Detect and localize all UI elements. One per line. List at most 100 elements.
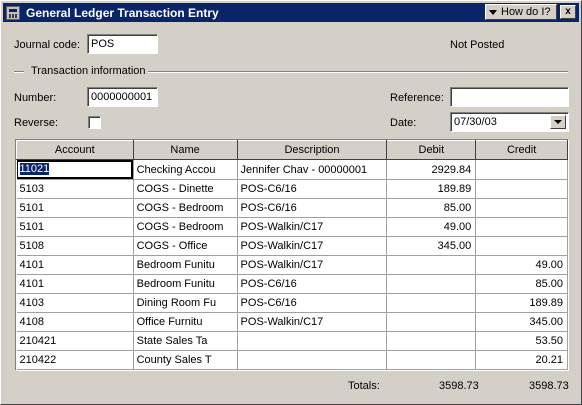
description-cell[interactable]: POS-Walkin/C17 [237, 217, 388, 237]
description-cell[interactable]: POS-C6/16 [237, 198, 388, 218]
name-cell[interactable]: County Sales T [133, 350, 238, 370]
column-header-credit[interactable]: Credit [475, 140, 568, 160]
credit-cell[interactable] [475, 217, 568, 237]
column-header-name[interactable]: Name [132, 140, 238, 160]
debit-cell[interactable]: 85.00 [386, 198, 477, 218]
column-header-account[interactable]: Account [16, 140, 134, 160]
credit-cell[interactable]: 189.89 [475, 293, 568, 313]
description-cell[interactable]: POS-C6/16 [237, 293, 388, 313]
debit-cell[interactable]: 49.00 [386, 217, 477, 237]
table-row[interactable]: 210422 County Sales T 20.21 [16, 350, 568, 370]
column-header-debit[interactable]: Debit [386, 140, 477, 160]
reference-label: Reference: [390, 92, 444, 104]
account-cell[interactable]: 5108 [16, 236, 134, 256]
account-cell[interactable]: 4101 [16, 274, 134, 294]
name-cell[interactable]: Office Furnitu [133, 312, 238, 332]
credit-cell[interactable]: 345.00 [475, 312, 568, 332]
account-cell[interactable]: 4108 [16, 312, 134, 332]
close-button[interactable]: x [560, 5, 576, 19]
account-cell[interactable]: 4101 [16, 255, 134, 275]
name-cell[interactable]: COGS - Bedroom [133, 217, 238, 237]
account-cell[interactable]: 5103 [16, 179, 134, 199]
transaction-info-group-label: Transaction information [31, 65, 146, 77]
calculator-icon [6, 5, 20, 20]
description-cell[interactable] [237, 350, 388, 370]
table-row[interactable]: 4101 Bedroom Funitu POS-Walkin/C17 49.00 [16, 255, 568, 275]
date-value: 07/30/03 [454, 116, 497, 128]
dropdown-arrow-icon [489, 9, 497, 15]
credit-cell[interactable]: 20.21 [475, 350, 568, 370]
table-row[interactable]: 5101 COGS - Bedroom POS-Walkin/C17 49.00 [16, 217, 568, 237]
description-cell[interactable]: POS-Walkin/C17 [237, 255, 388, 275]
number-label: Number: [14, 92, 57, 104]
description-cell[interactable]: POS-Walkin/C17 [237, 312, 388, 332]
transaction-grid[interactable]: Account Name Description Debit Credit 11… [15, 139, 569, 371]
description-cell[interactable]: POS-Walkin/C17 [237, 236, 388, 256]
name-cell[interactable]: Dining Room Fu [133, 293, 238, 313]
grid-header-row: Account Name Description Debit Credit [16, 140, 568, 160]
debit-cell[interactable]: 189.89 [386, 179, 477, 199]
debit-cell[interactable] [386, 274, 477, 294]
table-row[interactable]: 5103 COGS - Dinette POS-C6/16 189.89 [16, 179, 568, 199]
debit-cell[interactable] [386, 255, 477, 275]
name-cell[interactable]: State Sales Ta [133, 331, 238, 351]
account-cell[interactable]: 210421 [16, 331, 134, 351]
date-label: Date: [390, 117, 417, 129]
account-cell-active[interactable]: 11021 [16, 159, 134, 180]
description-cell[interactable]: POS-C6/16 [237, 274, 388, 294]
credit-cell[interactable] [475, 179, 568, 199]
account-cell[interactable]: 210422 [16, 350, 134, 370]
credit-cell[interactable]: 85.00 [475, 274, 568, 294]
debit-cell[interactable] [386, 331, 477, 351]
debit-cell[interactable] [386, 312, 477, 332]
table-row[interactable]: 210421 State Sales Ta 53.50 [16, 331, 568, 351]
table-row[interactable]: 4103 Dining Room Fu POS-C6/16 189.89 [16, 293, 568, 313]
total-debit: 3598.73 [439, 380, 479, 392]
group-divider-left [14, 71, 24, 73]
number-field[interactable]: 0000000001 [87, 87, 158, 107]
journal-code-field[interactable]: POS [87, 34, 158, 54]
reverse-label: Reverse: [14, 117, 59, 129]
name-cell[interactable]: Bedroom Funitu [133, 255, 238, 275]
posting-status: Not Posted [450, 39, 505, 51]
name-cell[interactable]: Bedroom Funitu [133, 274, 238, 294]
debit-cell[interactable] [386, 350, 477, 370]
transaction-table: Account Name Description Debit Credit 11… [16, 140, 568, 370]
how-do-i-label: How do I? [501, 6, 551, 18]
account-cell[interactable]: 5101 [16, 217, 134, 237]
column-header-description[interactable]: Description [236, 140, 388, 160]
table-row[interactable]: 11021 Checking Accou Jennifer Chav - 000… [16, 159, 568, 180]
credit-cell[interactable] [475, 198, 568, 218]
name-cell[interactable]: COGS - Dinette [133, 179, 238, 199]
debit-cell[interactable]: 345.00 [386, 236, 477, 256]
gl-transaction-window: General Ledger Transaction Entry How do … [0, 0, 582, 405]
account-cell-selected-text: 11021 [19, 163, 50, 175]
totals-label: Totals: [348, 380, 380, 392]
debit-cell[interactable] [386, 293, 477, 313]
reverse-checkbox[interactable] [88, 116, 101, 129]
debit-cell[interactable]: 2929.84 [386, 159, 477, 180]
table-row[interactable]: 4101 Bedroom Funitu POS-C6/16 85.00 [16, 274, 568, 294]
table-row[interactable]: 4108 Office Furnitu POS-Walkin/C17 345.0… [16, 312, 568, 332]
credit-cell[interactable] [475, 236, 568, 256]
account-cell[interactable]: 5101 [16, 198, 134, 218]
total-credit: 3598.73 [529, 380, 569, 392]
credit-cell[interactable]: 53.50 [475, 331, 568, 351]
chevron-down-icon[interactable] [550, 115, 566, 129]
name-cell[interactable]: COGS - Office [133, 236, 238, 256]
credit-cell[interactable]: 49.00 [475, 255, 568, 275]
description-cell[interactable]: POS-C6/16 [237, 179, 388, 199]
name-cell[interactable]: Checking Accou [133, 159, 238, 180]
account-cell[interactable]: 4103 [16, 293, 134, 313]
description-cell[interactable] [237, 331, 388, 351]
group-divider-right [148, 71, 568, 73]
date-combobox[interactable]: 07/30/03 [450, 112, 569, 132]
description-cell[interactable]: Jennifer Chav - 00000001 [237, 159, 388, 180]
how-do-i-button[interactable]: How do I? [485, 4, 557, 20]
credit-cell[interactable] [475, 159, 568, 180]
reference-field[interactable] [450, 87, 569, 107]
table-row[interactable]: 5108 COGS - Office POS-Walkin/C17 345.00 [16, 236, 568, 256]
title-bar[interactable]: General Ledger Transaction Entry How do … [3, 3, 579, 22]
table-row[interactable]: 5101 COGS - Bedroom POS-C6/16 85.00 [16, 198, 568, 218]
name-cell[interactable]: COGS - Bedroom [133, 198, 238, 218]
